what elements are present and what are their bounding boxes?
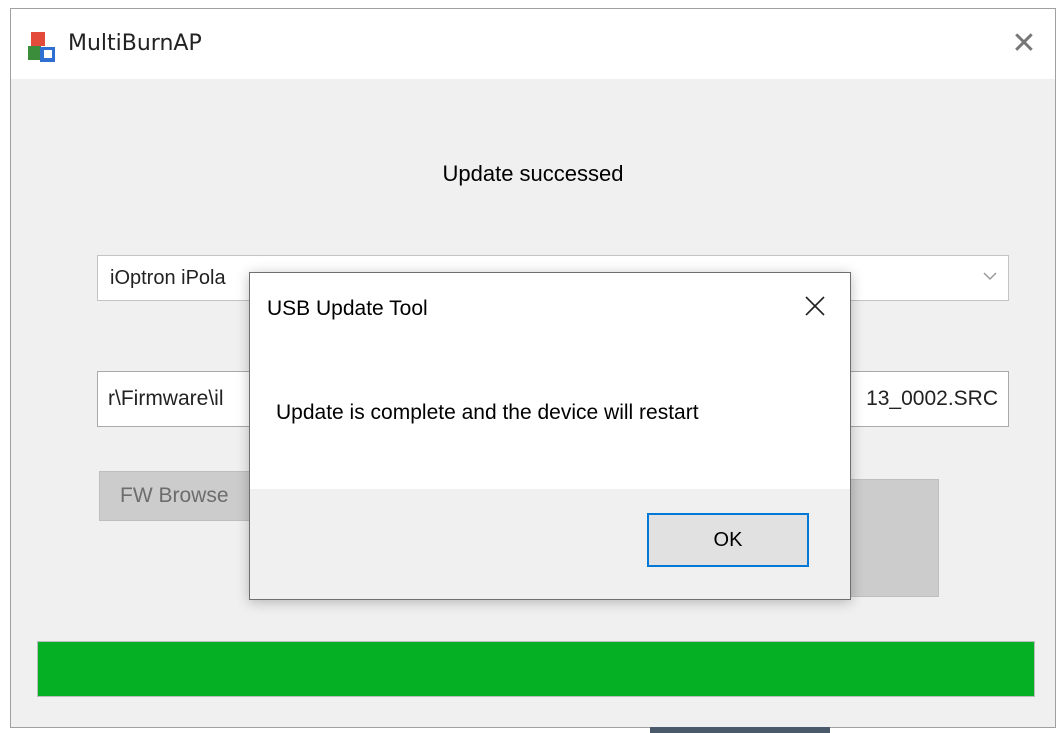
fw-browse-button[interactable]: FW Browse — [99, 471, 269, 521]
chevron-down-icon[interactable] — [982, 268, 998, 284]
dialog-message: Update is complete and the device will r… — [276, 401, 699, 424]
firmware-path-start: r\Firmware\il — [108, 387, 224, 410]
ok-button[interactable]: OK — [647, 513, 809, 567]
firmware-path-end: 13_0002.SRC — [866, 387, 998, 410]
dialog-footer: OK — [250, 489, 850, 599]
dialog-title: USB Update Tool — [267, 297, 428, 320]
device-select-value: iOptron iPola — [110, 267, 226, 289]
status-message: Update successed — [442, 161, 624, 186]
taskbar-fragment — [650, 727, 830, 733]
close-icon[interactable] — [798, 289, 832, 323]
progress-bar — [37, 641, 1035, 697]
app-icon — [28, 32, 55, 62]
update-dialog: USB Update Tool Update is complete and t… — [249, 272, 851, 600]
fw-browse-label: FW Browse — [120, 484, 229, 507]
close-icon[interactable]: ✕ — [1007, 27, 1041, 61]
progress-fill — [38, 642, 1034, 696]
window-title: MultiBurnAP — [68, 31, 202, 56]
title-bar[interactable]: MultiBurnAP ✕ — [11, 9, 1055, 79]
